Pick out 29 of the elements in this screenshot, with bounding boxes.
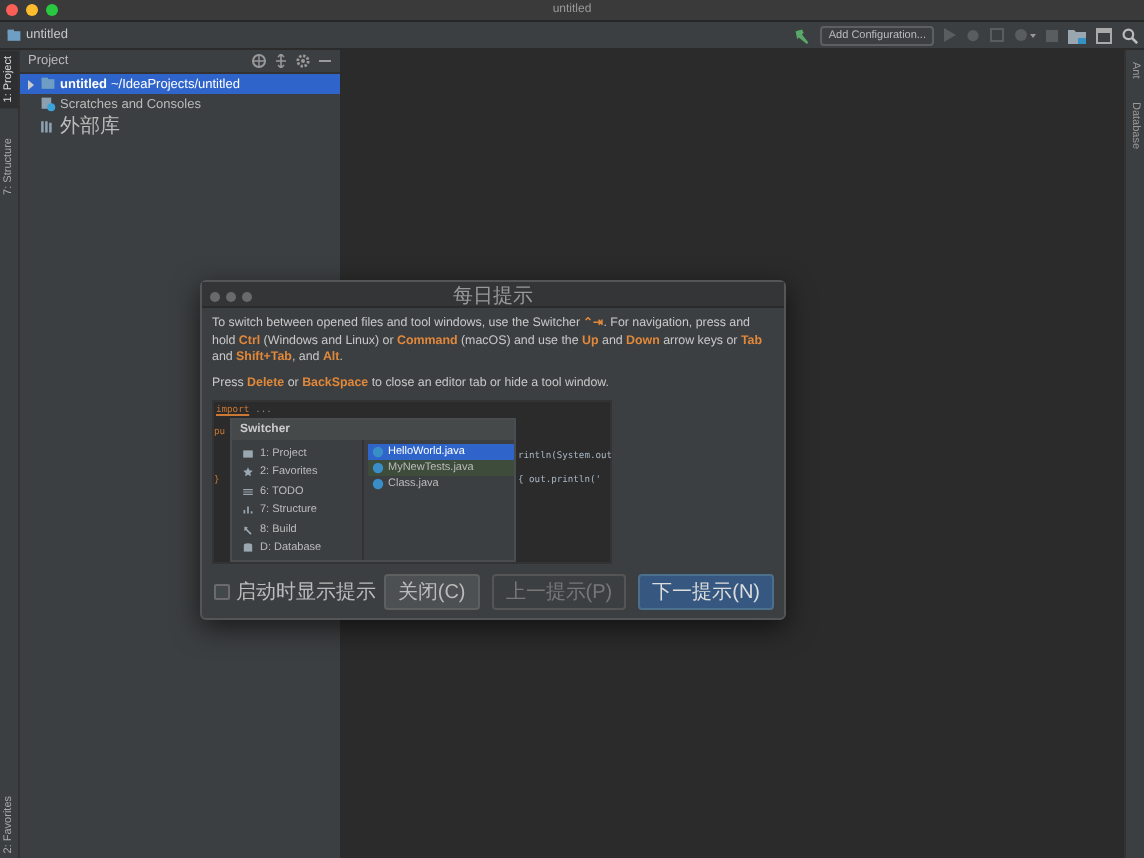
close-window-button[interactable] (6, 4, 18, 16)
project-icon (242, 447, 254, 460)
profile-icon[interactable] (1014, 28, 1036, 42)
database-icon (242, 542, 254, 555)
crosshair-icon[interactable] (252, 54, 266, 68)
maximize-window-button[interactable] (242, 291, 252, 301)
folder-icon (40, 76, 56, 92)
settings-icon[interactable] (296, 54, 310, 68)
close-window-button[interactable] (210, 291, 220, 301)
folder-icon[interactable] (1068, 27, 1086, 43)
tree-item[interactable]: 外部库 (20, 114, 340, 138)
todo-icon (242, 485, 254, 498)
dialog-button[interactable]: 下一提示(N) (638, 574, 774, 610)
dialog-button[interactable]: 关闭(C) (383, 574, 480, 610)
checkbox[interactable] (214, 584, 230, 600)
collapse-icon[interactable] (274, 54, 288, 68)
chevron-right-icon[interactable] (26, 79, 36, 89)
library-icon (40, 118, 56, 134)
hide-icon[interactable] (318, 54, 332, 68)
structure-icon (242, 504, 254, 517)
window-layout-icon[interactable] (1096, 27, 1112, 43)
dialog-title: 每日提示 (453, 284, 533, 310)
maximize-window-button[interactable] (46, 4, 58, 16)
search-icon[interactable] (1122, 27, 1138, 43)
minimize-window-button[interactable] (26, 4, 38, 16)
favorites-icon (242, 466, 254, 479)
scratches-icon (40, 96, 56, 112)
folder-icon (6, 27, 22, 43)
checkbox-label: 启动时显示提示 (236, 579, 376, 606)
